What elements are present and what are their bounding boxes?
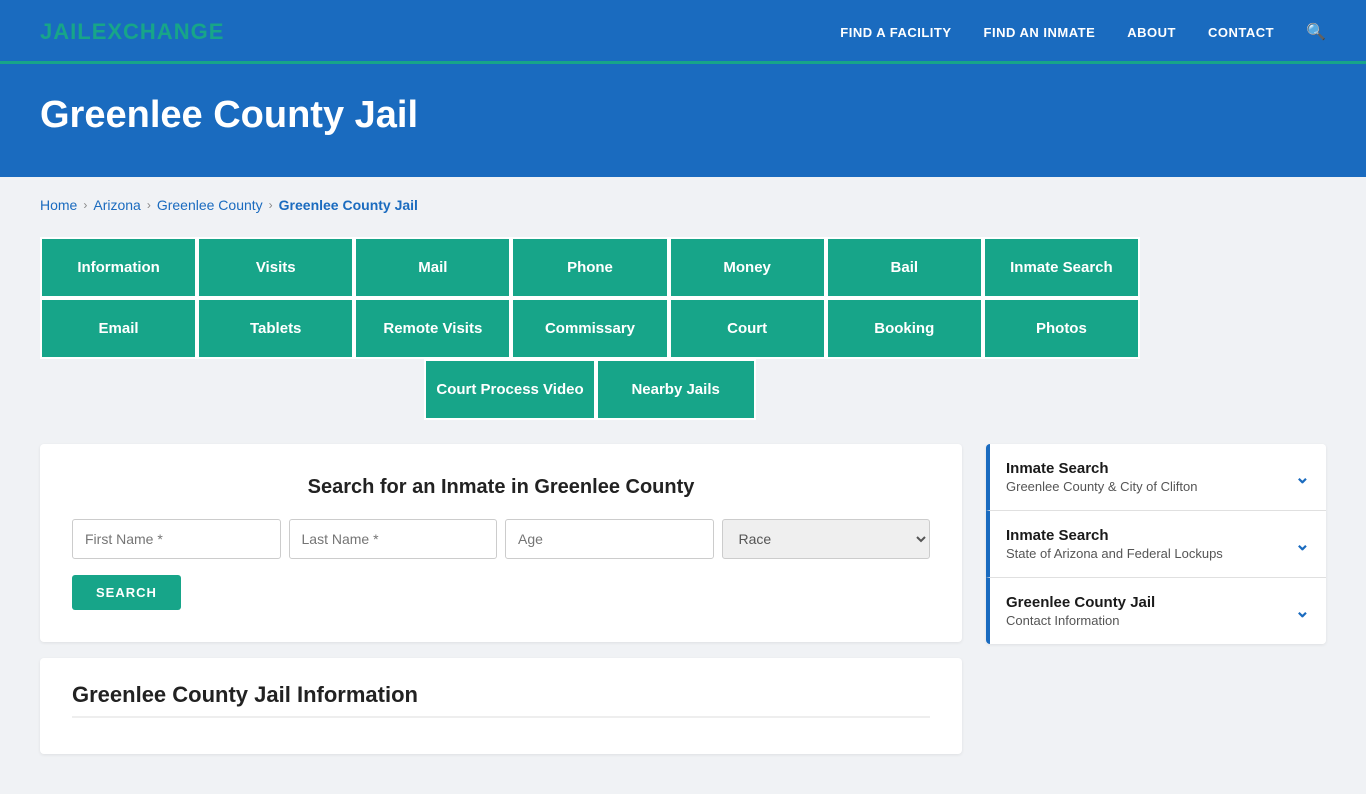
search-button[interactable]: SEARCH bbox=[72, 575, 181, 610]
search-title: Search for an Inmate in Greenlee County bbox=[72, 476, 930, 499]
btn-mail[interactable]: Mail bbox=[354, 237, 511, 298]
sidebar-item-title-2: Inmate Search bbox=[1006, 527, 1223, 544]
search-card: Search for an Inmate in Greenlee County … bbox=[40, 444, 962, 642]
navbar: JAILEXCHANGE FIND A FACILITY FIND AN INM… bbox=[0, 0, 1366, 64]
logo-jail: JAIL bbox=[40, 19, 92, 44]
page-title: Greenlee County Jail bbox=[40, 94, 1326, 137]
info-section: Greenlee County Jail Information bbox=[40, 658, 962, 754]
sidebar-item-sub-2: State of Arizona and Federal Lockups bbox=[1006, 546, 1223, 561]
btn-photos[interactable]: Photos bbox=[983, 298, 1140, 359]
breadcrumb-greenlee-county[interactable]: Greenlee County bbox=[157, 197, 263, 213]
sidebar-item-sub-3: Contact Information bbox=[1006, 613, 1155, 628]
sidebar-item-sub-1: Greenlee County & City of Clifton bbox=[1006, 479, 1197, 494]
breadcrumb-home[interactable]: Home bbox=[40, 197, 77, 213]
age-input[interactable] bbox=[505, 519, 714, 559]
sidebar-inmate-search-arizona[interactable]: Inmate Search State of Arizona and Feder… bbox=[986, 511, 1326, 578]
btn-booking[interactable]: Booking bbox=[826, 298, 983, 359]
sep3: › bbox=[269, 198, 273, 212]
sep1: › bbox=[83, 198, 87, 212]
sidebar-contact-info[interactable]: Greenlee County Jail Contact Information… bbox=[986, 578, 1326, 644]
first-name-input[interactable] bbox=[72, 519, 281, 559]
contact-link[interactable]: CONTACT bbox=[1208, 25, 1274, 40]
main-area: Home › Arizona › Greenlee County › Green… bbox=[0, 177, 1366, 794]
btn-tablets[interactable]: Tablets bbox=[197, 298, 354, 359]
logo[interactable]: JAILEXCHANGE bbox=[40, 19, 224, 45]
btn-court[interactable]: Court bbox=[669, 298, 826, 359]
btn-row-1: Information Visits Mail Phone Money Bail… bbox=[40, 237, 1140, 298]
search-icon[interactable]: 🔍 bbox=[1306, 22, 1326, 42]
hero-section: Greenlee County Jail bbox=[0, 64, 1366, 177]
button-grid: Information Visits Mail Phone Money Bail… bbox=[40, 237, 1140, 420]
sidebar-item-title-1: Inmate Search bbox=[1006, 460, 1197, 477]
left-column: Search for an Inmate in Greenlee County … bbox=[40, 444, 962, 754]
find-facility-link[interactable]: FIND A FACILITY bbox=[840, 25, 951, 40]
race-select[interactable]: Race White Black Hispanic Asian Native A… bbox=[722, 519, 931, 559]
btn-nearby-jails[interactable]: Nearby Jails bbox=[596, 359, 756, 420]
btn-information[interactable]: Information bbox=[40, 237, 197, 298]
btn-row-3: Court Process Video Nearby Jails bbox=[40, 359, 1140, 420]
btn-visits[interactable]: Visits bbox=[197, 237, 354, 298]
search-fields: Race White Black Hispanic Asian Native A… bbox=[72, 519, 930, 559]
btn-commissary[interactable]: Commissary bbox=[511, 298, 668, 359]
nav-links: FIND A FACILITY FIND AN INMATE ABOUT CON… bbox=[840, 22, 1326, 42]
breadcrumb-current: Greenlee County Jail bbox=[279, 197, 418, 213]
find-inmate-link[interactable]: FIND AN INMATE bbox=[984, 25, 1096, 40]
sep2: › bbox=[147, 198, 151, 212]
btn-email[interactable]: Email bbox=[40, 298, 197, 359]
btn-phone[interactable]: Phone bbox=[511, 237, 668, 298]
btn-inmate-search[interactable]: Inmate Search bbox=[983, 237, 1140, 298]
btn-remote-visits[interactable]: Remote Visits bbox=[354, 298, 511, 359]
chevron-down-icon-3: ⌄ bbox=[1295, 601, 1310, 622]
breadcrumb: Home › Arizona › Greenlee County › Green… bbox=[40, 197, 1326, 213]
breadcrumb-arizona[interactable]: Arizona bbox=[93, 197, 140, 213]
btn-row-2: Email Tablets Remote Visits Commissary C… bbox=[40, 298, 1140, 359]
sidebar-item-title-3: Greenlee County Jail bbox=[1006, 594, 1155, 611]
about-link[interactable]: ABOUT bbox=[1127, 25, 1176, 40]
sidebar: Inmate Search Greenlee County & City of … bbox=[986, 444, 1326, 644]
chevron-down-icon-2: ⌄ bbox=[1295, 534, 1310, 555]
btn-court-process-video[interactable]: Court Process Video bbox=[424, 359, 595, 420]
last-name-input[interactable] bbox=[289, 519, 498, 559]
btn-bail[interactable]: Bail bbox=[826, 237, 983, 298]
info-title: Greenlee County Jail Information bbox=[72, 682, 930, 718]
sidebar-inmate-search-greenlee[interactable]: Inmate Search Greenlee County & City of … bbox=[986, 444, 1326, 511]
content-layout: Search for an Inmate in Greenlee County … bbox=[40, 444, 1326, 754]
chevron-down-icon-1: ⌄ bbox=[1295, 467, 1310, 488]
btn-money[interactable]: Money bbox=[669, 237, 826, 298]
logo-exchange: EXCHANGE bbox=[92, 19, 225, 44]
